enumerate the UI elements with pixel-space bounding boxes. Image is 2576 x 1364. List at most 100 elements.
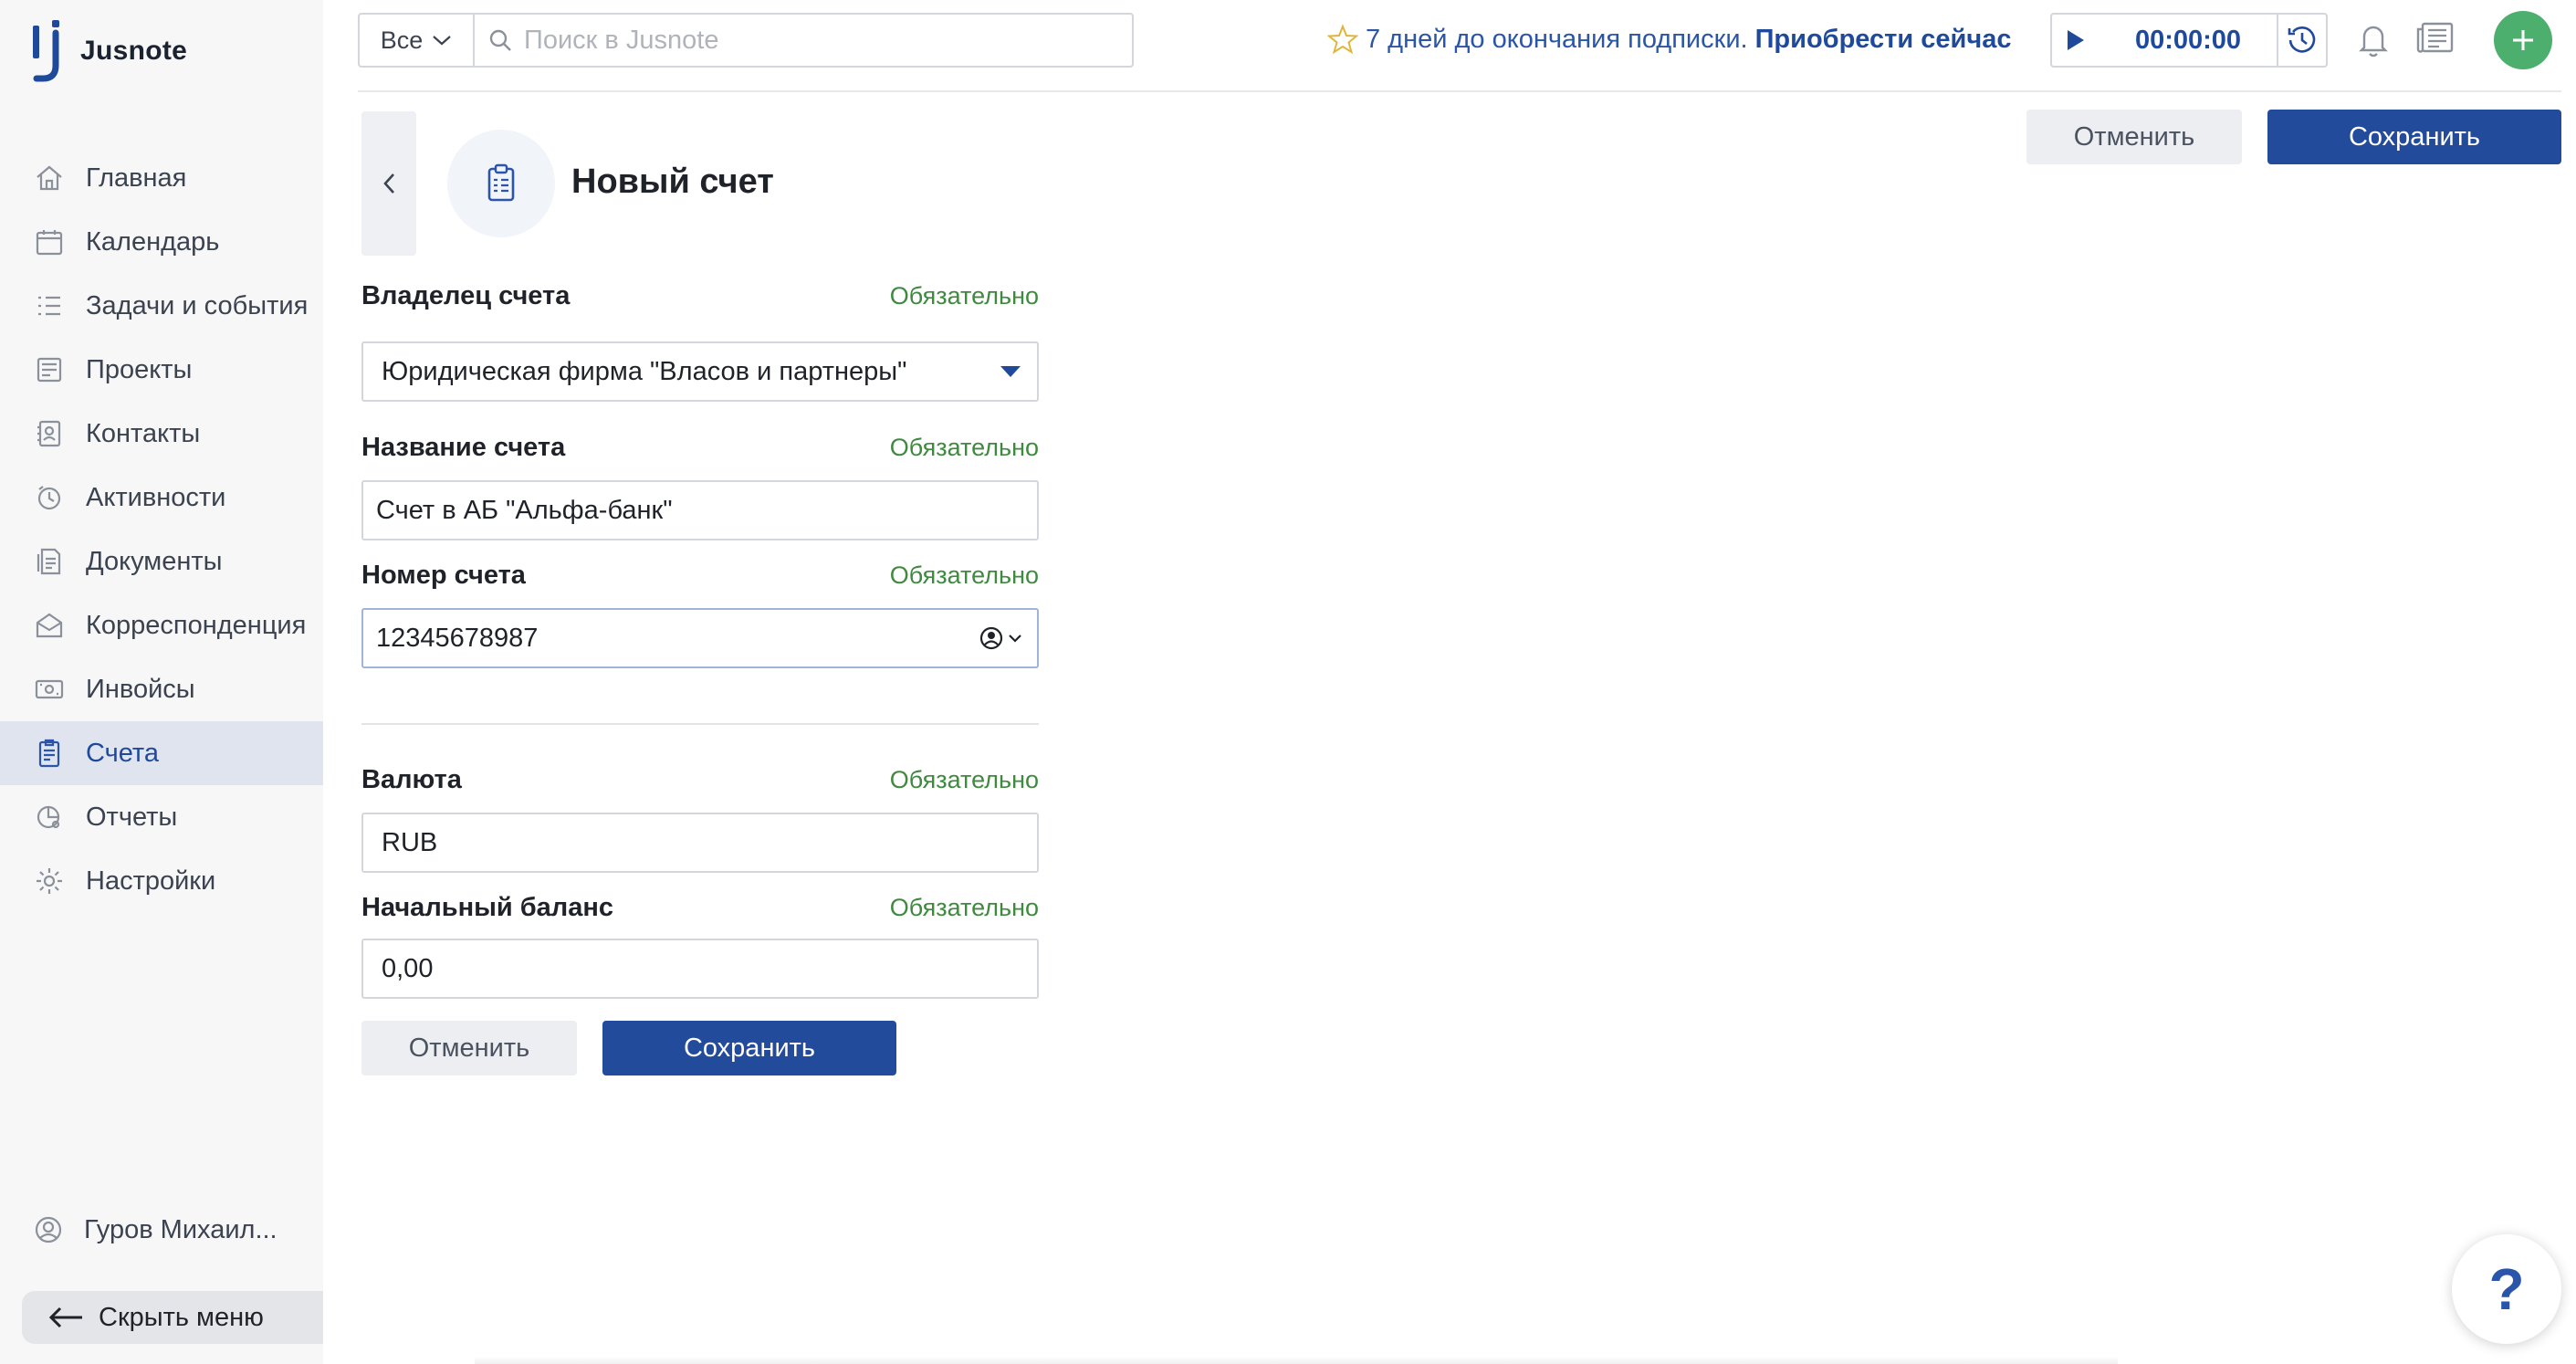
contacts-icon [33,417,66,450]
search-box [473,13,1134,68]
sidebar-item-home[interactable]: Главная [0,146,323,210]
settings-icon [33,865,66,897]
sidebar-item-label: Задачи и события [86,290,309,320]
help-button[interactable]: ? [2452,1234,2561,1344]
sidebar-item-accounts[interactable]: Счета [0,721,323,785]
notifications-button[interactable] [2355,20,2392,63]
app-name: Jusnote [80,36,188,66]
timer-play-button[interactable] [2052,15,2100,66]
sidebar-nav: Главная Календарь Задачи и события Проек… [0,146,323,913]
page-title: Новый счет [571,163,774,201]
add-new-button[interactable] [2494,11,2552,69]
sidebar-item-contacts[interactable]: Контакты [0,402,323,466]
logo[interactable]: Jusnote [29,18,187,84]
chevron-left-icon [383,173,394,194]
form-save-button[interactable]: Сохранить [602,1021,896,1075]
caret-down-icon [999,343,1022,400]
sidebar-item-settings[interactable]: Настройки [0,849,323,913]
clipboard-icon [487,163,515,202]
user-name: Гуров Михаил... [84,1214,277,1244]
top-divider [358,90,2561,92]
form-cancel-button[interactable]: Отменить [361,1021,577,1075]
clock-history-icon [2288,26,2316,53]
sidebar-item-label: Календарь [86,226,220,257]
sidebar-item-label: Проекты [86,354,193,384]
balance-field[interactable]: 0,00 [361,939,1039,999]
balance-label-row: Начальный баланс Обязательно [361,893,1039,923]
news-button[interactable] [2415,20,2456,61]
currency-field[interactable]: RUB [361,813,1039,873]
sidebar-item-activity[interactable]: Активности [0,466,323,530]
sidebar-item-label: Главная [86,163,187,193]
sidebar-item-reports[interactable]: Отчеты [0,785,323,849]
calendar-icon [33,226,66,258]
plus-icon [2513,30,2533,50]
required-note: Обязательно [889,894,1039,921]
sidebar-item-label: Настройки [86,866,216,896]
user-profile[interactable]: Гуров Михаил... [33,1214,277,1245]
required-note: Обязательно [889,766,1039,793]
sidebar-item-label: Счета [86,738,159,768]
sidebar-item-correspondence[interactable]: Корреспонденция [0,593,323,657]
balance-value: 0,00 [382,953,434,983]
currency-value: RUB [382,827,438,857]
account-number-label: Номер счета [361,561,526,590]
account-number-field[interactable]: 12345678987 [361,608,1039,668]
documents-icon [33,545,66,578]
search-input[interactable] [524,25,1108,56]
user-avatar-icon [35,1216,62,1243]
search-scope-select[interactable]: Все [358,13,475,68]
subscription-buy-link[interactable]: Приобрести сейчас [1755,25,2012,55]
user-circle-icon [979,626,1003,650]
bottom-shadow [475,1357,2118,1364]
newspaper-icon [2416,22,2454,53]
account-badge [447,130,555,237]
owner-label: Владелец счета [361,281,571,310]
form-divider [361,723,1039,725]
hide-menu-button[interactable]: Скрыть меню [22,1291,323,1344]
sidebar-item-label: Активности [86,482,226,512]
subscription-text: 7 дней до окончания подписки. [1366,24,1748,54]
sidebar-item-tasks[interactable]: Задачи и события [0,274,323,338]
sidebar-item-documents[interactable]: Документы [0,530,323,593]
tasks-icon [33,289,66,322]
account-name-label: Название счета [361,433,566,462]
play-icon [2068,30,2084,50]
required-note: Обязательно [889,434,1039,461]
timer-history-button[interactable] [2277,15,2326,66]
sidebar-item-label: Документы [86,546,223,576]
header-cancel-button[interactable]: Отменить [2026,110,2242,164]
sidebar-item-label: Корреспонденция [86,610,307,640]
number-label-row: Номер счета Обязательно [361,561,1039,591]
owner-value: Юридическая фирма "Власов и партнеры" [382,356,907,386]
sidebar-item-projects[interactable]: Проекты [0,338,323,402]
timer-display: 00:00:00 [2134,25,2242,55]
search-scope-value: Все [380,26,424,54]
projects-icon [33,353,66,386]
sidebar: Jusnote Главная Календарь Задачи и событ… [0,0,323,1364]
star-icon [1327,24,1358,55]
owner-select[interactable]: Юридическая фирма "Власов и партнеры" [361,341,1039,402]
search-icon [489,29,511,51]
subscription-notice: 7 дней до окончания подписки. Приобрести… [1327,24,2011,55]
account-number-value: 12345678987 [376,623,539,653]
help-label: ? [2488,1256,2525,1322]
currency-label-row: Валюта Обязательно [361,765,1039,795]
home-icon [33,162,66,194]
autofill-contact-button[interactable] [979,610,1022,666]
chevron-down-icon [433,36,451,46]
sidebar-item-label: Контакты [86,418,201,448]
arrow-left-icon [48,1306,82,1328]
account-name-field[interactable]: Счет в АБ "Альфа-банк" [361,480,1039,540]
reports-icon [33,801,66,834]
required-note: Обязательно [889,561,1039,589]
top-bar: Все 7 дней до окончания подписки. Приобр… [358,11,2561,69]
correspondence-icon [33,609,66,642]
back-button[interactable] [361,111,416,256]
header-save-button[interactable]: Сохранить [2267,110,2561,164]
sidebar-item-calendar[interactable]: Календарь [0,210,323,274]
sidebar-item-invoices[interactable]: Инвойсы [0,657,323,721]
jusnote-logo-icon [33,20,59,82]
sidebar-item-label: Инвойсы [86,674,195,704]
sidebar-item-label: Отчеты [86,802,178,832]
